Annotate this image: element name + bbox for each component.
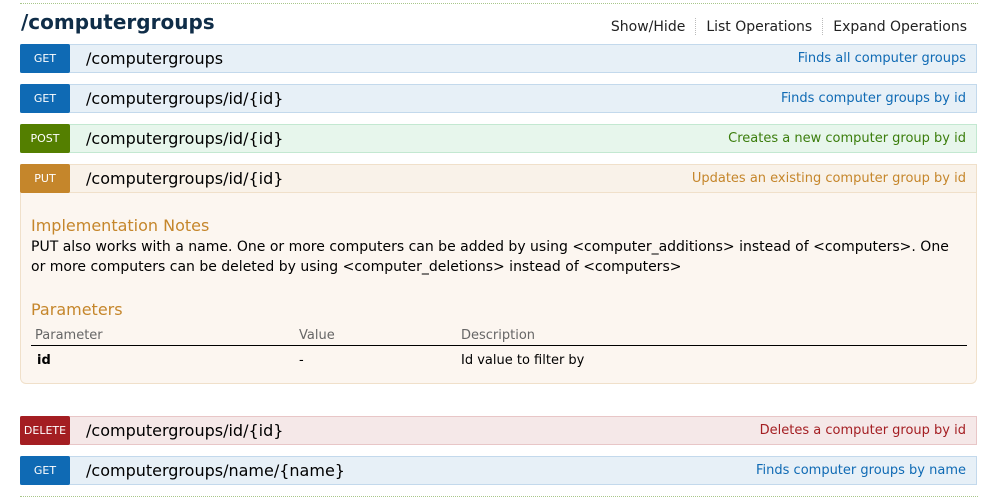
method-badge-get[interactable]: GET [20,44,70,73]
method-badge-put[interactable]: PUT [20,164,70,193]
method-badge-delete[interactable]: DELETE [20,416,70,445]
parameters-table: Parameter Value Description id - Id valu… [31,325,967,372]
operation-path[interactable]: /computergroups/id/{id} [86,421,760,440]
operation-summary[interactable]: Deletes a computer group by id [760,423,966,438]
expand-operations-link[interactable]: Expand Operations [823,19,967,35]
parameter-name: id [37,353,51,368]
resource-actions: Show/Hide List Operations Expand Operati… [601,18,967,35]
implementation-notes-text: PUT also works with a name. One or more … [31,239,949,275]
operation-summary[interactable]: Creates a new computer group by id [728,131,966,146]
operation-delete-computergroups-by-id[interactable]: DELETE /computergroups/id/{id} Deletes a… [20,416,977,445]
operation-put-computergroups-by-id[interactable]: PUT /computergroups/id/{id} Updates an e… [20,164,977,193]
column-header-value: Value [299,328,335,343]
implementation-notes-heading: Implementation Notes [31,216,210,235]
parameter-description: Id value to filter by [461,353,585,368]
operation-details-put: Implementation Notes PUT also works with… [20,193,977,384]
method-badge-get[interactable]: GET [20,456,70,485]
operation-path[interactable]: /computergroups/id/{id} [86,169,692,188]
operation-path[interactable]: /computergroups/name/{name} [86,461,756,480]
bottom-divider [20,496,978,497]
method-badge-get[interactable]: GET [20,84,70,113]
table-row: id - Id value to filter by [31,346,967,372]
operation-get-computergroups[interactable]: GET /computergroups Finds all computer g… [20,44,977,73]
operation-path[interactable]: /computergroups/id/{id} [86,89,781,108]
operation-summary[interactable]: Updates an existing computer group by id [692,171,966,186]
operation-path[interactable]: /computergroups [86,49,798,68]
operation-summary[interactable]: Finds computer groups by id [781,91,966,106]
parameters-heading: Parameters [31,300,123,319]
operation-summary[interactable]: Finds computer groups by name [756,463,966,478]
parameters-table-header: Parameter Value Description [31,325,967,346]
operation-get-computergroups-by-id[interactable]: GET /computergroups/id/{id} Finds comput… [20,84,977,113]
operation-path[interactable]: /computergroups/id/{id} [86,129,728,148]
operation-get-computergroups-by-name[interactable]: GET /computergroups/name/{name} Finds co… [20,456,977,485]
list-operations-link[interactable]: List Operations [696,19,822,35]
parameter-value[interactable]: - [299,353,304,368]
method-badge-post[interactable]: POST [20,124,70,153]
column-header-description: Description [461,328,536,343]
show-hide-link[interactable]: Show/Hide [601,19,695,35]
operation-summary[interactable]: Finds all computer groups [798,51,966,66]
column-header-parameter: Parameter [35,328,103,343]
top-divider [20,3,978,4]
operation-post-computergroups-by-id[interactable]: POST /computergroups/id/{id} Creates a n… [20,124,977,153]
resource-title[interactable]: /computergroups [21,10,215,34]
